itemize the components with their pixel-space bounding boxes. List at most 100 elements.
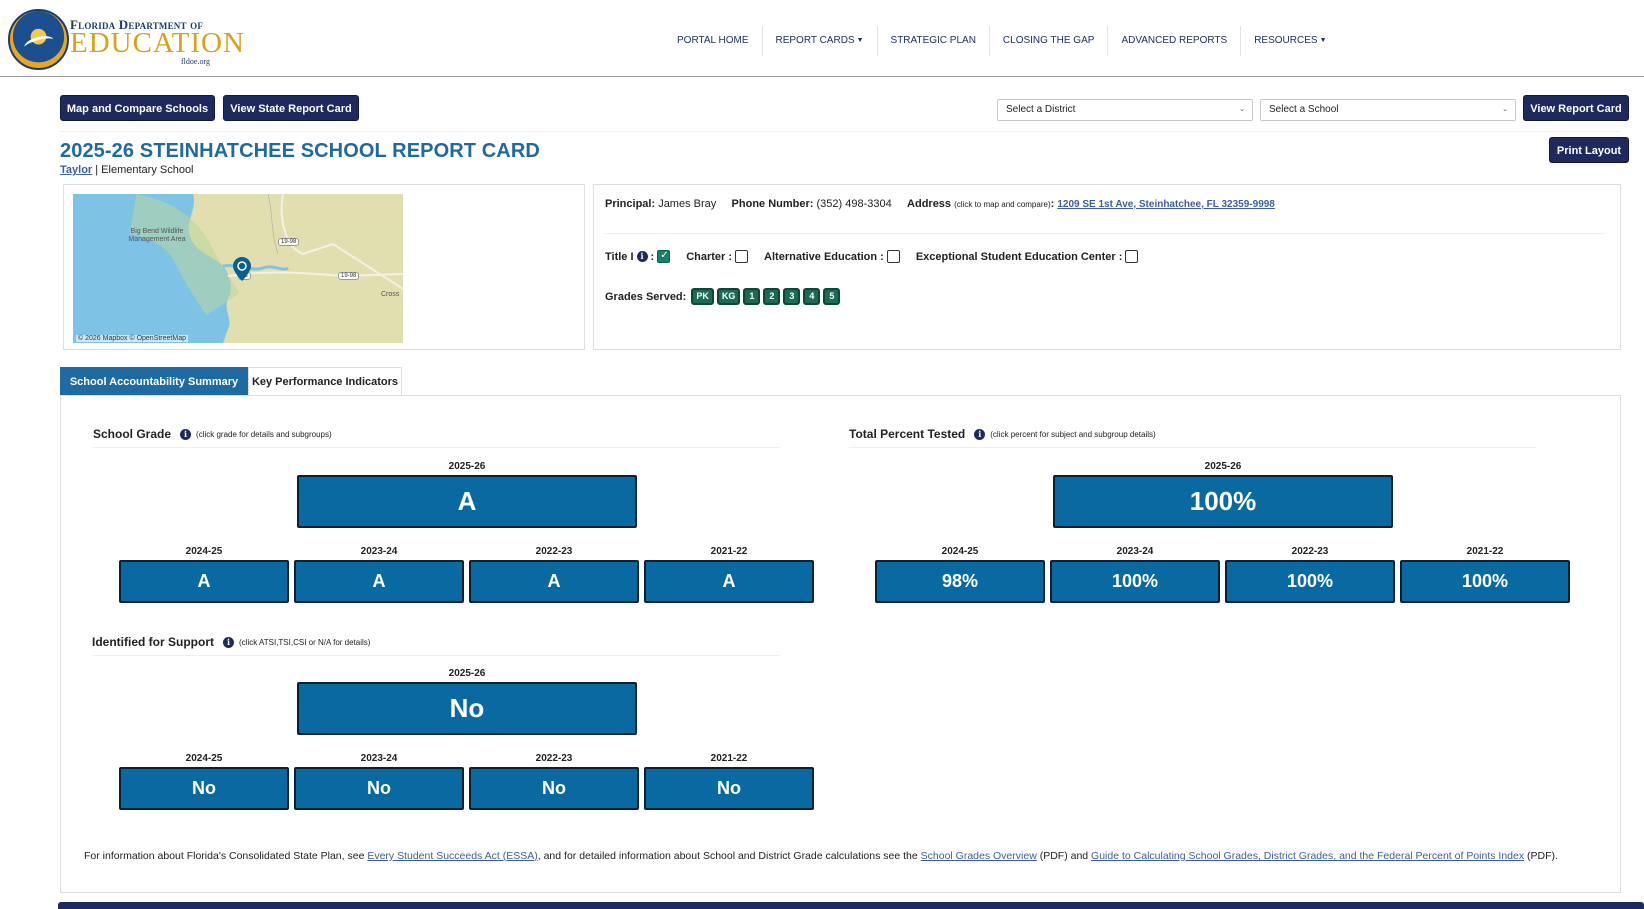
site-header: Florida Department of EDUCATION fldoe.or… xyxy=(0,0,1644,77)
chevron-down-icon: ⌄ xyxy=(1502,106,1508,113)
support-history[interactable]: No xyxy=(469,767,639,810)
charter-checkbox xyxy=(735,250,749,263)
map-compare-button[interactable]: Map and Compare Schools xyxy=(60,95,215,121)
view-report-card-button[interactable]: View Report Card xyxy=(1523,95,1629,121)
school-grade-title: School Grade i (click grade for details … xyxy=(93,427,332,441)
support-current[interactable]: No xyxy=(297,682,637,735)
ese-checkbox xyxy=(1125,250,1139,263)
divider xyxy=(93,655,780,656)
school-grade-current[interactable]: A xyxy=(297,475,637,528)
ese-label: Exceptional Student Education Center : xyxy=(915,250,1123,263)
year-label: 2023-24 xyxy=(1116,546,1154,557)
year-label: 2023-24 xyxy=(360,753,398,764)
title1-checkbox xyxy=(657,250,671,263)
year-label: 2022-23 xyxy=(535,546,573,557)
view-state-report-button[interactable]: View State Report Card xyxy=(223,95,359,121)
grades-row: Grades Served: PK KG 1 2 3 4 5 xyxy=(605,288,841,305)
nav-strategic-plan[interactable]: STRATEGIC PLAN xyxy=(878,26,990,56)
school-grade-history[interactable]: A xyxy=(469,560,639,603)
info-icon[interactable]: i xyxy=(636,251,648,262)
percent-tested-current[interactable]: 100% xyxy=(1053,475,1393,528)
map-credit[interactable]: © 2026 Mapbox © OpenStreetMap xyxy=(76,335,188,342)
address-hint: (click to map and compare) xyxy=(954,200,1051,209)
year-label: 2024-25 xyxy=(185,753,223,764)
principal-name: James Bray xyxy=(658,198,717,210)
nav-report-cards[interactable]: REPORT CARDS ▼ xyxy=(763,26,878,56)
school-map[interactable]: Big Bend Wildlife Management Area 19-98 … xyxy=(73,194,403,343)
grade-badge: 3 xyxy=(783,288,801,305)
percent-tested-title: Total Percent Tested i (click percent fo… xyxy=(849,427,1156,441)
support-history[interactable]: No xyxy=(119,767,289,810)
grade-badge: 1 xyxy=(743,288,761,305)
percent-tested-history[interactable]: 100% xyxy=(1050,560,1220,603)
school-grades-overview-link[interactable]: School Grades Overview xyxy=(921,850,1037,862)
grade-badge: 4 xyxy=(803,288,821,305)
school-select[interactable]: Select a School ⌄ xyxy=(1260,99,1516,121)
logo-line3: fldoe.org xyxy=(181,57,210,66)
footer-info: For information about Florida's Consolid… xyxy=(84,849,1604,864)
map-panel: Big Bend Wildlife Management Area 19-98 … xyxy=(63,184,585,350)
map-road-shield: 19-98 xyxy=(278,238,300,246)
divider xyxy=(60,131,1620,132)
info-icon[interactable]: i xyxy=(180,428,192,440)
year-label: 2025-26 xyxy=(1204,461,1242,472)
year-label: 2022-23 xyxy=(1291,546,1329,557)
info-icon[interactable]: i xyxy=(974,428,986,440)
tab-accountability-summary[interactable]: School Accountability Summary xyxy=(60,367,248,396)
map-area-label: Big Bend Wildlife Management Area xyxy=(128,228,186,243)
school-grade-hint: (click grade for details and subgroups) xyxy=(196,429,332,439)
school-grade-history[interactable]: A xyxy=(644,560,814,603)
address-link[interactable]: 1209 SE 1st Ave, Steinhatchee, FL 32359-… xyxy=(1057,199,1275,210)
divider xyxy=(605,233,1605,234)
chevron-down-icon: ⌄ xyxy=(1239,106,1245,113)
school-grade-history[interactable]: A xyxy=(294,560,464,603)
grade-badge: 5 xyxy=(823,288,841,305)
percent-tested-hint: (click percent for subject and subgroup … xyxy=(990,429,1156,439)
map-road-shield: 19-98 xyxy=(338,272,360,280)
guide-link[interactable]: Guide to Calculating School Grades, Dist… xyxy=(1091,850,1524,862)
seal-icon xyxy=(8,9,69,70)
grade-badge: 2 xyxy=(763,288,781,305)
year-label: 2023-24 xyxy=(360,546,398,557)
essa-link[interactable]: Every Student Succeeds Act (ESSA) xyxy=(367,850,537,862)
support-history[interactable]: No xyxy=(644,767,814,810)
map-pin-icon[interactable] xyxy=(233,257,251,281)
title1-label: Title I xyxy=(605,250,634,263)
support-history[interactable]: No xyxy=(294,767,464,810)
district-select[interactable]: Select a District ⌄ xyxy=(997,99,1253,121)
info-icon[interactable]: i xyxy=(223,636,234,648)
footer-text: (PDF). xyxy=(1524,850,1558,862)
grades-label: Grades Served: xyxy=(605,290,687,303)
year-label: 2025-26 xyxy=(448,461,486,472)
percent-tested-history[interactable]: 100% xyxy=(1400,560,1570,603)
print-layout-button[interactable]: Print Layout xyxy=(1549,137,1629,163)
designations-row: Title I i: Charter : Alternative Educati… xyxy=(605,250,1154,263)
grade-badge: KG xyxy=(716,288,741,305)
nav-closing-the-gap[interactable]: CLOSING THE GAP xyxy=(990,26,1109,56)
nav-resources[interactable]: RESOURCES ▼ xyxy=(1241,26,1339,56)
nav-portal-home[interactable]: PORTAL HOME xyxy=(664,26,763,56)
school-grade-history[interactable]: A xyxy=(119,560,289,603)
caret-down-icon: ▼ xyxy=(856,37,864,44)
divider xyxy=(849,447,1536,448)
percent-tested-history[interactable]: 100% xyxy=(1225,560,1395,603)
nav-advanced-reports[interactable]: ADVANCED REPORTS xyxy=(1108,26,1242,56)
year-label: 2025-26 xyxy=(448,668,486,679)
phone-number: (352) 498-3304 xyxy=(816,198,892,210)
address-label: Address xyxy=(907,198,952,210)
school-info-panel: Principal: James Bray Phone Number: (352… xyxy=(593,184,1621,350)
school-subtitle: Taylor | Elementary School xyxy=(60,164,194,176)
year-label: 2024-25 xyxy=(941,546,979,557)
principal-label: Principal: xyxy=(605,198,656,210)
percent-tested-history[interactable]: 98% xyxy=(875,560,1045,603)
tab-key-performance-indicators[interactable]: Key Performance Indicators xyxy=(248,367,402,396)
footer-text: For information about Florida's Consolid… xyxy=(84,850,368,862)
year-label: 2022-23 xyxy=(535,753,573,764)
year-label: 2021-22 xyxy=(710,546,748,557)
divider xyxy=(93,447,780,448)
logo-line2: EDUCATION xyxy=(70,27,245,59)
contact-row: Principal: James Bray Phone Number: (352… xyxy=(605,198,1275,210)
fldoe-logo[interactable]: Florida Department of EDUCATION fldoe.or… xyxy=(8,7,244,72)
year-label: 2021-22 xyxy=(1466,546,1504,557)
district-link[interactable]: Taylor xyxy=(60,164,92,176)
